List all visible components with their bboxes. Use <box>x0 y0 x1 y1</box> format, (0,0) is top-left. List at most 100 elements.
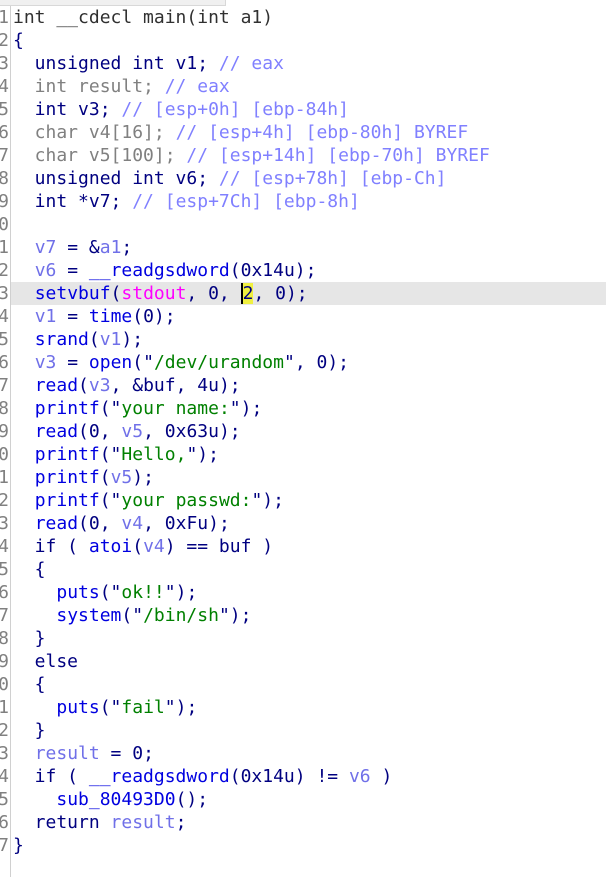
code-token[interactable]: ( <box>132 536 143 557</box>
code-token[interactable]: read <box>35 421 78 442</box>
code-line[interactable]: int __cdecl main(int a1) <box>13 6 606 29</box>
code-token[interactable] <box>13 697 56 718</box>
code-token[interactable]: // [esp+7Ch] [ebp-8h] <box>132 191 360 212</box>
code-token[interactable]: ) <box>371 766 392 787</box>
pseudocode-view[interactable]: int __cdecl main(int a1){ unsigned int v… <box>11 6 606 857</box>
code-token[interactable]: stdout <box>121 283 186 304</box>
code-token[interactable]: ; <box>176 812 187 833</box>
code-token[interactable]: /bin/sh <box>143 605 219 626</box>
code-token[interactable]: v3 <box>35 352 57 373</box>
code-line[interactable]: unsigned int v6; // [esp+78h] [ebp-Ch] <box>13 167 606 190</box>
code-token[interactable]: result <box>111 812 176 833</box>
code-token[interactable]: v4 <box>121 513 143 534</box>
code-token[interactable]: v6 <box>35 260 57 281</box>
code-line[interactable]: read(v3, &buf, 4u); <box>13 374 606 397</box>
code-token[interactable]: = <box>56 260 89 281</box>
code-token[interactable]: "); <box>165 582 198 603</box>
code-token[interactable]: v7 <box>35 237 57 258</box>
code-token[interactable] <box>13 513 35 534</box>
code-token[interactable]: ", 0); <box>284 352 349 373</box>
code-token[interactable] <box>13 237 35 258</box>
code-line[interactable]: int v3; // [esp+0h] [ebp-84h] <box>13 98 606 121</box>
code-token[interactable]: } <box>13 835 24 856</box>
code-token[interactable] <box>13 490 35 511</box>
code-token[interactable]: int v3; <box>13 99 121 120</box>
code-token[interactable]: // [esp+4h] [ebp-80h] BYREF <box>176 122 469 143</box>
code-token[interactable]: ( <box>111 283 122 304</box>
code-token[interactable]: puts <box>56 697 99 718</box>
code-line[interactable]: read(0, v4, 0xFu); <box>13 512 606 535</box>
code-token[interactable]: "); <box>165 697 198 718</box>
code-token[interactable]: v1 <box>35 306 57 327</box>
code-token[interactable]: } <box>13 720 46 741</box>
code-token[interactable]: int result; <box>13 76 165 97</box>
code-token[interactable]: __readgsdword <box>89 766 230 787</box>
code-token[interactable]: (0x14u) != <box>230 766 349 787</box>
code-token[interactable]: v6 <box>349 766 371 787</box>
code-token[interactable]: "); <box>251 490 284 511</box>
code-token[interactable]: (0); <box>132 306 175 327</box>
code-token[interactable]: your name: <box>121 398 229 419</box>
code-token[interactable]: ( <box>100 467 111 488</box>
code-line[interactable]: printf(v5); <box>13 466 606 489</box>
code-line[interactable]: unsigned int v1; // eax <box>13 52 606 75</box>
code-token[interactable]: } <box>13 628 46 649</box>
code-token[interactable]: sub_80493D0 <box>56 789 175 810</box>
code-token[interactable]: (" <box>100 697 122 718</box>
code-token[interactable]: a1 <box>100 237 122 258</box>
code-token[interactable]: v3 <box>89 375 111 396</box>
code-token[interactable] <box>13 306 35 327</box>
code-line[interactable] <box>13 213 606 236</box>
code-token[interactable]: // [esp+14h] [ebp-70h] BYREF <box>186 145 489 166</box>
code-token[interactable]: ok!! <box>121 582 164 603</box>
code-line[interactable]: if ( __readgsdword(0x14u) != v6 ) <box>13 765 606 788</box>
code-line[interactable]: printf("your name:"); <box>13 397 606 420</box>
code-token[interactable]: (); <box>176 789 209 810</box>
code-token[interactable] <box>13 582 56 603</box>
code-token[interactable]: // eax <box>219 53 284 74</box>
code-line[interactable]: setvbuf(stdout, 0, 2, 0); <box>11 282 606 305</box>
code-token[interactable] <box>13 329 35 350</box>
code-line[interactable]: sub_80493D0(); <box>13 788 606 811</box>
cursor-highlight[interactable]: 2 <box>240 283 254 304</box>
code-token[interactable]: , 0xFu); <box>143 513 230 534</box>
code-token[interactable]: = 0; <box>100 743 154 764</box>
code-token[interactable]: system <box>56 605 121 626</box>
code-token[interactable]: /dev/urandom <box>154 352 284 373</box>
code-token[interactable]: // [esp+0h] [ebp-84h] <box>121 99 349 120</box>
code-token[interactable]: ; <box>121 237 132 258</box>
code-token[interactable] <box>13 444 35 465</box>
code-token[interactable]: __readgsdword <box>89 260 230 281</box>
code-token[interactable] <box>13 421 35 442</box>
code-line[interactable]: system("/bin/sh"); <box>13 604 606 627</box>
code-line[interactable]: { <box>13 673 606 696</box>
code-token[interactable]: if ( <box>13 536 89 557</box>
code-line[interactable]: return result; <box>13 811 606 834</box>
code-line[interactable]: puts("fail"); <box>13 696 606 719</box>
code-token[interactable]: v4 <box>143 536 165 557</box>
code-token[interactable]: your passwd: <box>121 490 251 511</box>
code-token[interactable]: printf <box>35 467 100 488</box>
code-line[interactable]: } <box>13 834 606 857</box>
code-token[interactable]: puts <box>56 582 99 603</box>
code-token[interactable]: if ( <box>13 766 89 787</box>
code-token[interactable]: setvbuf <box>35 283 111 304</box>
code-line[interactable]: char v4[16]; // [esp+4h] [ebp-80h] BYREF <box>13 121 606 144</box>
code-line[interactable]: { <box>13 29 606 52</box>
code-token[interactable]: (0, <box>78 513 121 534</box>
code-token[interactable]: return <box>13 812 111 833</box>
code-token[interactable] <box>13 789 56 810</box>
code-token[interactable]: "); <box>230 398 263 419</box>
code-line[interactable]: v6 = __readgsdword(0x14u); <box>13 259 606 282</box>
code-token[interactable]: (" <box>100 582 122 603</box>
code-token[interactable]: int *v7; <box>13 191 132 212</box>
code-token[interactable]: = <box>56 352 89 373</box>
code-line[interactable]: char v5[100]; // [esp+14h] [ebp-70h] BYR… <box>13 144 606 167</box>
code-token[interactable]: v5 <box>111 467 133 488</box>
code-line[interactable]: puts("ok!!"); <box>13 581 606 604</box>
code-token[interactable]: ) == buf ) <box>165 536 273 557</box>
code-line[interactable]: printf("Hello,"); <box>13 443 606 466</box>
code-token[interactable]: srand <box>35 329 89 350</box>
code-token[interactable]: // eax <box>165 76 230 97</box>
code-line[interactable]: if ( atoi(v4) == buf ) <box>13 535 606 558</box>
